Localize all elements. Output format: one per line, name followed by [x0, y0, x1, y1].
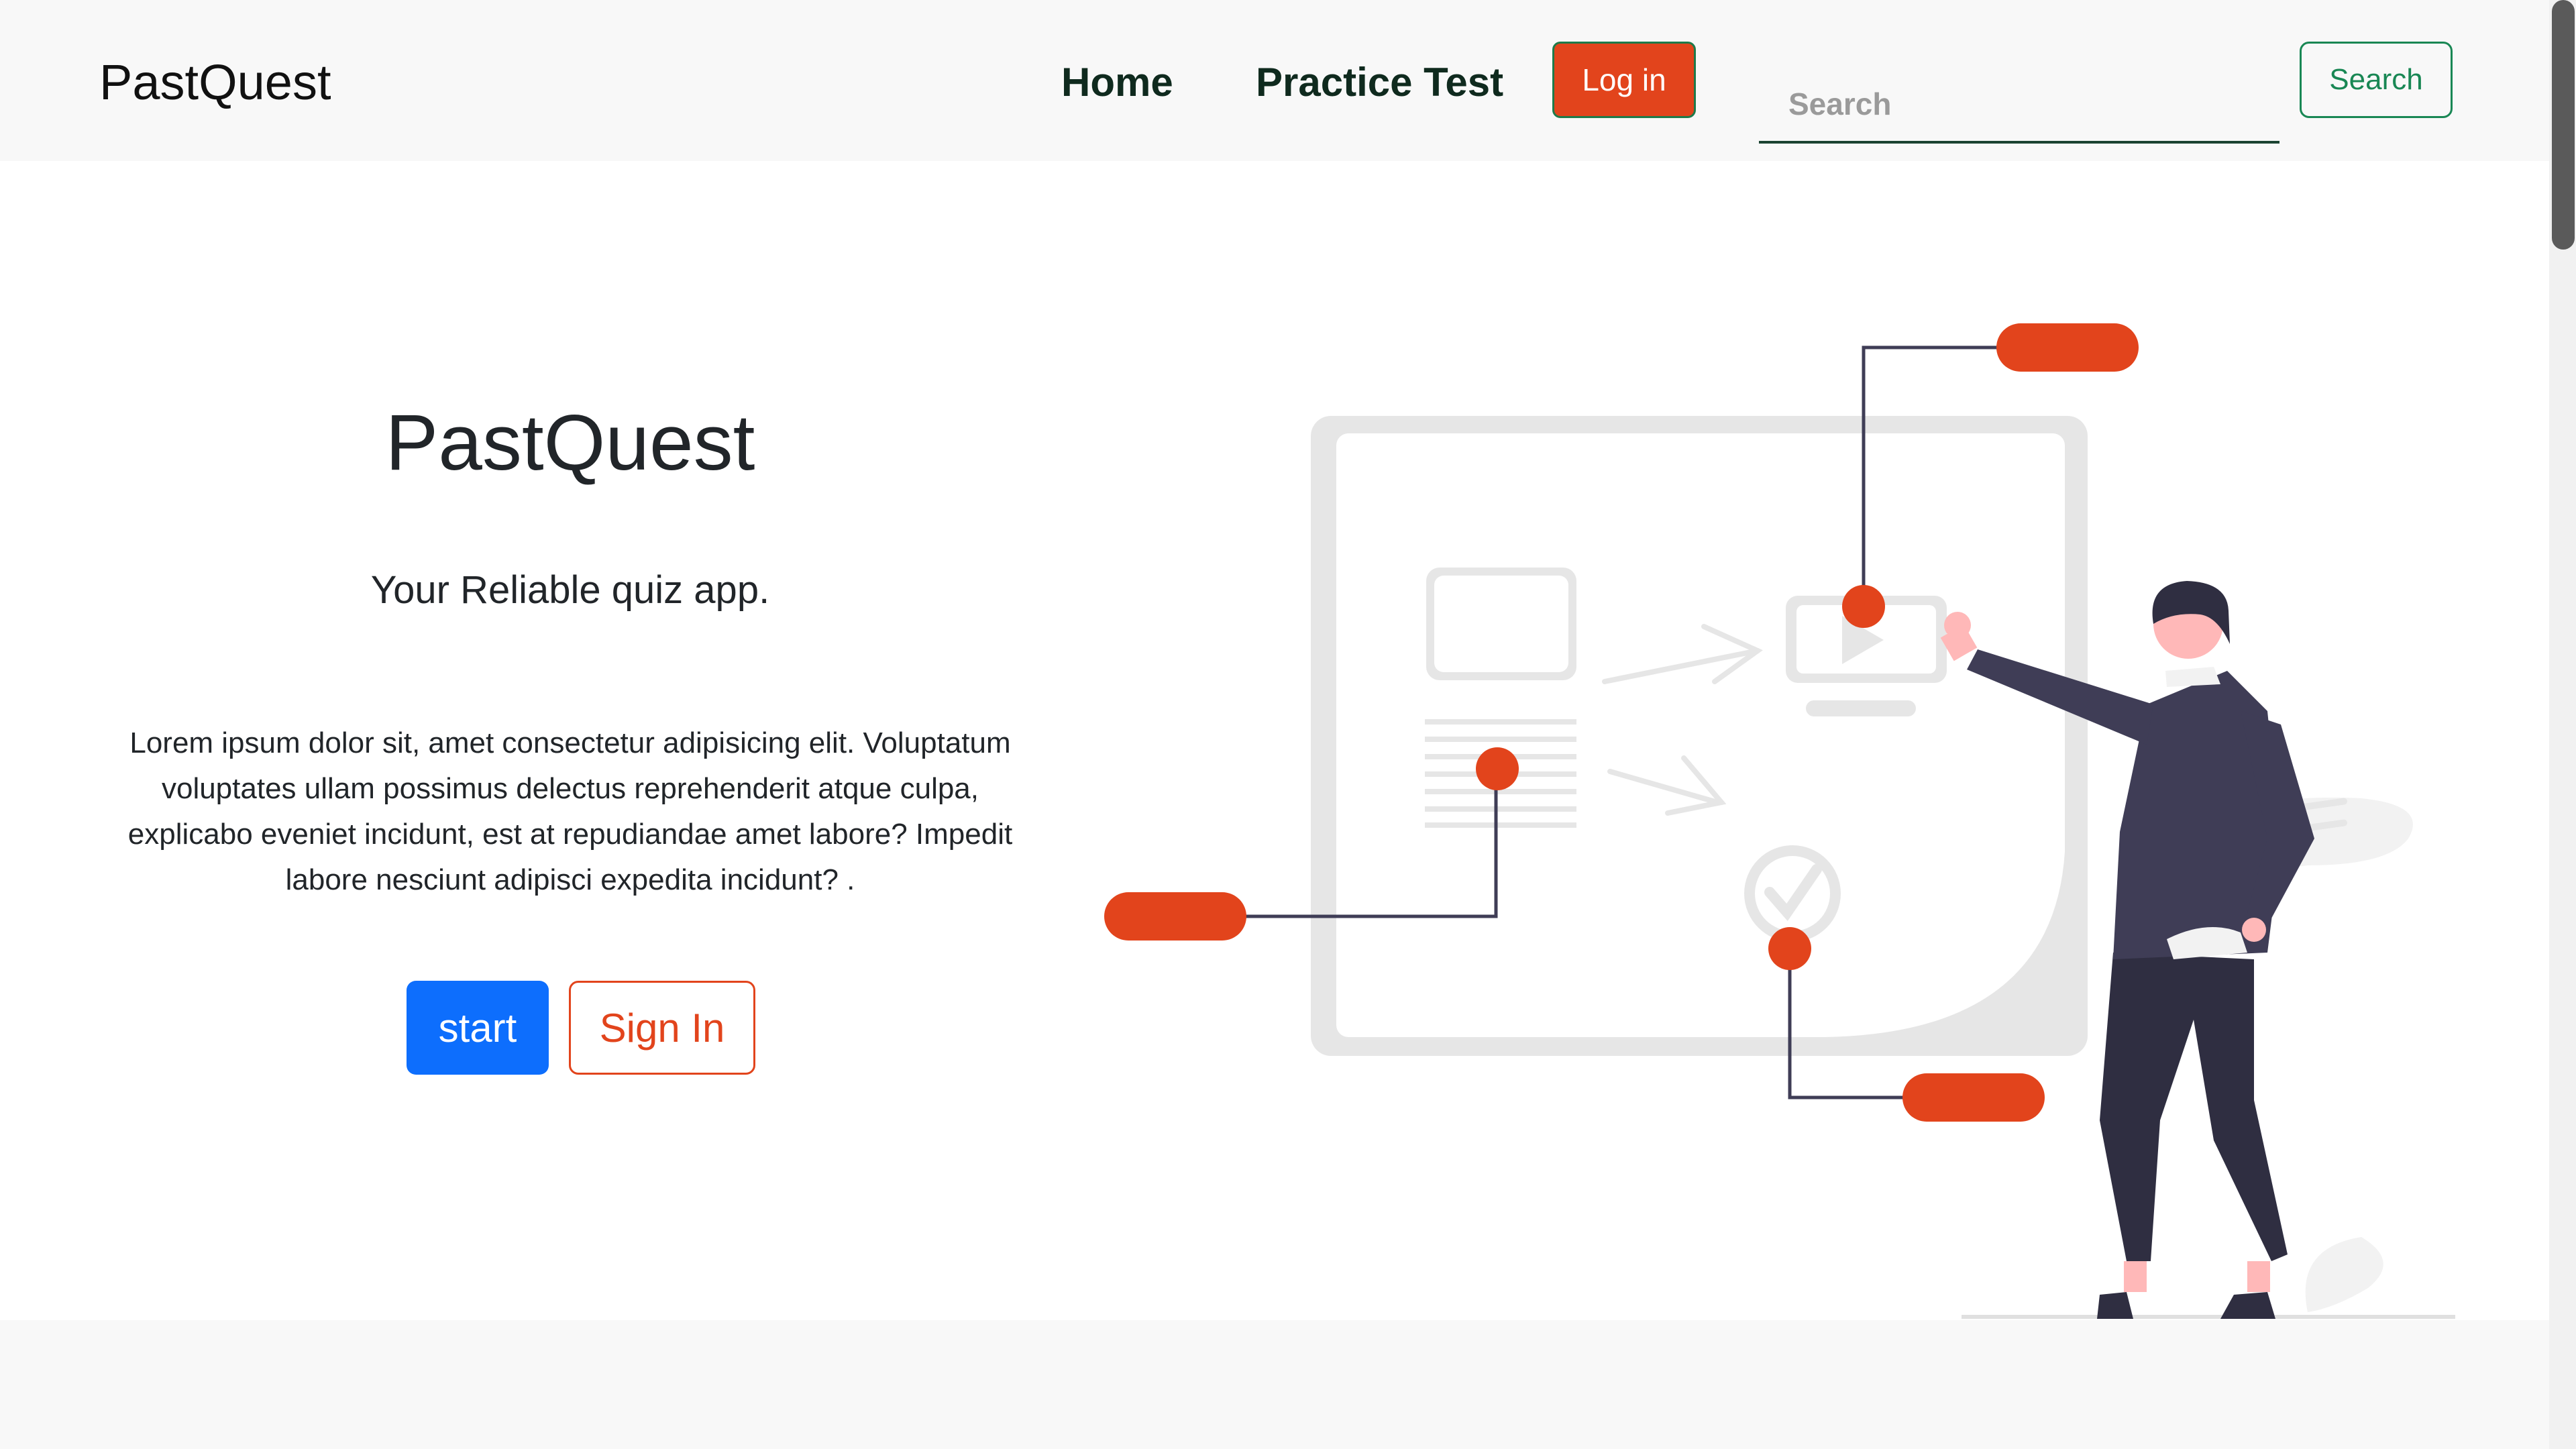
start-button[interactable]: start — [407, 981, 549, 1075]
scrollbar-thumb[interactable] — [2552, 0, 2575, 250]
sign-in-button[interactable]: Sign In — [569, 981, 755, 1075]
hero-description: Lorem ipsum dolor sit, amet consectetur … — [127, 727, 1013, 896]
scrollbar[interactable] — [2549, 0, 2576, 1449]
search-field — [1759, 67, 2279, 144]
nav-link-home[interactable]: Home — [1061, 59, 1173, 105]
brand-logo[interactable]: PastQuest — [99, 54, 331, 111]
nav-link-practice-test[interactable]: Practice Test — [1256, 59, 1503, 105]
login-button[interactable]: Log in — [1552, 42, 1696, 118]
hero-title: PastQuest — [385, 398, 755, 487]
hero-subtitle: Your Reliable quiz app. — [370, 568, 770, 612]
search-button[interactable]: Search — [2300, 42, 2453, 118]
search-input[interactable] — [1759, 67, 2279, 141]
navbar: PastQuest Home Practice Test Log in Sear… — [0, 0, 2549, 161]
hero-illustration — [1104, 323, 2455, 1319]
